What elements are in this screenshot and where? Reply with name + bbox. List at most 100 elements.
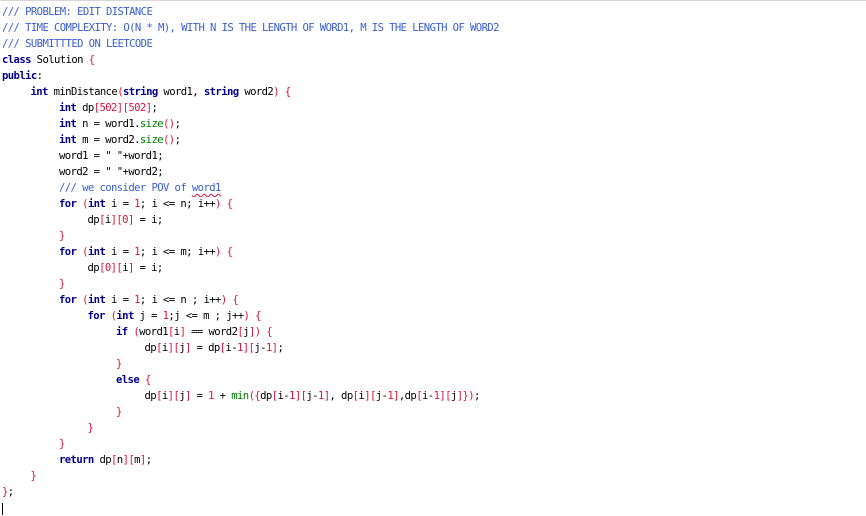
code-punctuation: } xyxy=(59,230,65,242)
code-line[interactable]: int m = word2.size(); xyxy=(2,132,862,148)
code-text: ; i <= m; i++ xyxy=(139,246,216,258)
code-text: j- xyxy=(375,390,388,402)
code-punctuation: { xyxy=(226,198,233,210)
code-text: dp xyxy=(144,342,157,354)
code-line[interactable]: /// we consider POV of word1 xyxy=(2,180,862,196)
code-punctuation: } xyxy=(59,438,65,450)
code-keyword: int xyxy=(59,102,77,114)
code-punctuation: ]}) xyxy=(456,390,475,402)
code-punctuation: ][ xyxy=(364,390,376,402)
code-keyword: int xyxy=(116,310,134,322)
code-line-empty[interactable] xyxy=(2,500,862,516)
code-punctuation: ][ xyxy=(167,390,180,402)
code-keyword: class xyxy=(2,54,31,66)
code-text: ; xyxy=(277,342,284,354)
code-keyword: for xyxy=(59,246,77,258)
code-punctuation: ][ xyxy=(439,390,451,402)
code-line[interactable]: dp[i][j] = 1 + min({dp[i-1][j-1], dp[i][… xyxy=(2,388,862,404)
code-keyword: string xyxy=(203,86,239,98)
code-line[interactable]: } xyxy=(2,404,862,420)
code-keyword: int xyxy=(87,198,106,210)
code-text: : xyxy=(36,70,43,82)
code-text: ; i <= n; i++ xyxy=(139,198,216,210)
code-keyword: if xyxy=(116,326,128,338)
code-punctuation: } xyxy=(87,422,94,434)
code-punctuation: } xyxy=(30,470,37,482)
code-text: m = word2. xyxy=(76,134,140,146)
code-line[interactable]: dp[i][j] = dp[i-1][j-1]; xyxy=(2,340,862,356)
code-punctuation: () xyxy=(163,118,175,130)
code-line[interactable]: public: xyxy=(2,68,862,84)
code-line[interactable]: /// SUBMITTTED ON LEETCODE xyxy=(2,36,862,52)
code-line[interactable]: int minDistance(string word1, string wor… xyxy=(2,84,862,100)
code-text: word1 = " "+word1; xyxy=(59,150,164,162)
code-line[interactable]: } xyxy=(2,228,862,244)
code-punctuation: [502][502] xyxy=(93,102,152,114)
code-punctuation: { xyxy=(88,54,95,66)
code-text: j = xyxy=(133,310,163,322)
code-line[interactable]: } xyxy=(2,276,862,292)
code-punctuation: ][ xyxy=(294,390,307,402)
code-punctuation: } xyxy=(116,406,122,418)
code-line[interactable]: return dp[n][m]; xyxy=(2,452,862,468)
code-text: , dp xyxy=(329,390,354,402)
code-line[interactable]: dp[0][i] = i; xyxy=(2,260,862,276)
code-line[interactable]: int n = word1.size(); xyxy=(2,116,862,132)
code-punctuation: { xyxy=(284,86,291,98)
code-text: ; xyxy=(474,390,480,402)
code-keyword: for xyxy=(59,198,77,210)
code-text: i- xyxy=(422,390,434,402)
spellcheck-flagged-word: word1 xyxy=(191,182,221,194)
code-line[interactable]: /// TIME COMPLEXITY: O(N * M), WITH N IS… xyxy=(2,20,862,36)
code-text: ; i <= n ; i++ xyxy=(139,294,222,306)
code-punctuation: ][ xyxy=(122,454,135,466)
code-text: word1 xyxy=(139,326,169,338)
code-text: ; xyxy=(174,118,181,130)
code-line[interactable]: word1 = " "+word1; xyxy=(2,148,862,164)
code-line[interactable]: dp[i][0] = i; xyxy=(2,212,862,228)
code-line[interactable]: } xyxy=(2,420,862,436)
code-line[interactable]: } xyxy=(2,468,862,484)
code-punctuation: { xyxy=(226,246,233,258)
code-line[interactable]: }; xyxy=(2,484,862,500)
code-line[interactable]: class Solution { xyxy=(2,52,862,68)
code-keyword: int xyxy=(59,134,77,146)
code-keyword: int xyxy=(87,294,106,306)
code-text: dp xyxy=(87,214,100,226)
code-punctuation: [0][ xyxy=(99,262,123,274)
code-punctuation: { xyxy=(144,374,151,386)
code-line[interactable]: for (int i = 1; i <= n; i++) { xyxy=(2,196,862,212)
code-text: i- xyxy=(225,342,237,354)
code-text: dp xyxy=(93,454,112,466)
code-line[interactable]: word2 = " "+word2; xyxy=(2,164,862,180)
code-keyword: int xyxy=(87,246,106,258)
code-text: ; xyxy=(145,454,152,466)
code-text: ; xyxy=(7,486,14,498)
code-keyword: int xyxy=(30,86,49,98)
code-text: dp xyxy=(87,262,100,274)
code-text: = i; xyxy=(133,262,164,274)
code-punctuation: } xyxy=(116,358,122,370)
code-line[interactable]: for (int i = 1; i <= m; i++) { xyxy=(2,244,862,260)
code-text: n = word1. xyxy=(76,118,140,130)
code-function-name: min xyxy=(231,390,249,402)
code-line[interactable]: /// PROBLEM: EDIT DISTANCE xyxy=(2,4,862,20)
code-line[interactable]: for (int j = 1;j <= m ; j++) { xyxy=(2,308,862,324)
code-text: == word2 xyxy=(185,326,238,338)
code-line[interactable]: } xyxy=(2,436,862,452)
code-line[interactable]: int dp[502][502]; xyxy=(2,100,862,116)
code-line[interactable]: else { xyxy=(2,372,862,388)
code-punctuation: () xyxy=(163,134,175,146)
code-keyword: return xyxy=(59,454,94,466)
code-line[interactable]: } xyxy=(2,356,862,372)
code-keyword: for xyxy=(87,310,106,322)
code-text: word2 = " "+word2; xyxy=(59,166,164,178)
code-keyword: public xyxy=(2,70,37,82)
code-text: = dp xyxy=(190,342,221,354)
code-text: dp xyxy=(76,102,94,114)
code-editor[interactable]: /// PROBLEM: EDIT DISTANCE /// TIME COMPL… xyxy=(2,4,862,515)
code-comment: /// TIME COMPLEXITY: O(N * M), WITH N IS… xyxy=(2,22,500,34)
code-punctuation: ][ xyxy=(167,342,180,354)
code-line[interactable]: if (word1[i] == word2[j]) { xyxy=(2,324,862,340)
code-line[interactable]: for (int i = 1; i <= n ; i++) { xyxy=(2,292,862,308)
